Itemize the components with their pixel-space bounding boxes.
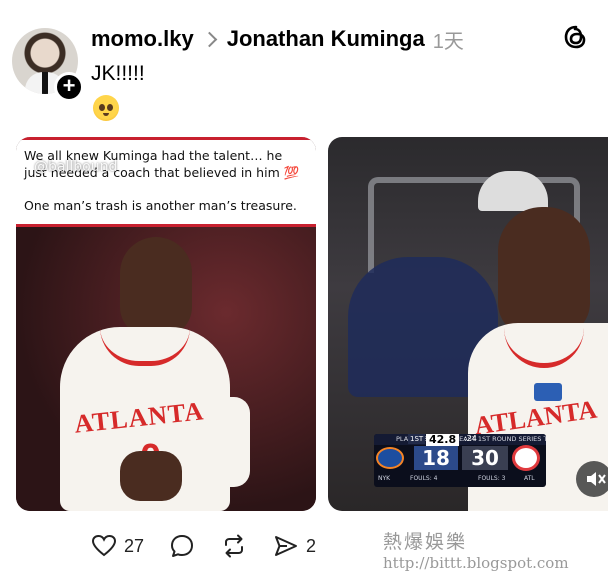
follow-plus-button[interactable]: +: [54, 72, 84, 102]
chevron-right-icon: [201, 31, 217, 47]
scoreboard: PLAYOFFS Google | EAST 1ST ROUND SERIES …: [374, 434, 546, 487]
site-url-watermark: http://bittt.blogspot.com: [383, 554, 569, 572]
mute-icon: [587, 472, 606, 486]
threads-icon[interactable]: [563, 24, 589, 50]
player-hand: [120, 451, 182, 501]
comment-button[interactable]: [168, 532, 196, 560]
jersey-text: ATLANTA: [72, 396, 206, 439]
share-count: 2: [306, 535, 317, 556]
mute-button[interactable]: [576, 461, 608, 497]
media-card-image[interactable]: ATLANTA 0 We all knew Kuminga had the ta…: [16, 137, 316, 511]
atl-abbr: ATL: [524, 475, 535, 482]
atl-score: 30: [462, 446, 508, 470]
like-count: 27: [124, 535, 145, 556]
comment-icon: [171, 535, 194, 557]
watermark: @ballbound: [34, 159, 118, 175]
media-card-video[interactable]: ATLANTA PLAYOFFS Google | EAST 1ST ROUND…: [328, 137, 608, 511]
post-text: JK!!!!!: [91, 62, 145, 85]
jersey-collar: [100, 327, 190, 366]
username[interactable]: momo.lky: [91, 26, 194, 52]
hawks-logo-icon: [512, 445, 540, 471]
player-head: [120, 237, 192, 337]
heart-icon: [91, 534, 117, 557]
tweet-line-2: One man’s trash is another man’s treasur…: [24, 198, 297, 213]
action-bar: 27 2: [90, 531, 340, 561]
jersey-collar: [504, 323, 584, 368]
reply-to-name[interactable]: Jonathan Kuminga: [227, 26, 425, 52]
share-icon: [275, 536, 298, 556]
shot-clock: :24: [464, 434, 477, 443]
share-button[interactable]: 2: [272, 532, 316, 560]
nyk-score: 18: [414, 446, 458, 470]
like-button[interactable]: 27: [90, 532, 144, 560]
emoji-mouth: [103, 113, 109, 116]
pleading-face-emoji: [93, 95, 119, 121]
site-brand-watermark: 熱爆娛樂: [383, 531, 468, 553]
game-clock: 42.8: [426, 434, 460, 446]
jersey-sponsor-patch: [534, 383, 562, 401]
post-time: 1天: [432, 30, 464, 53]
emoji-eye-right: [107, 104, 113, 111]
plus-icon: +: [62, 73, 76, 98]
atl-fouls: FOULS: 3: [478, 475, 506, 482]
avatar-tie: [42, 72, 48, 94]
nyk-abbr: NYK: [378, 475, 391, 482]
emoji-eye-left: [99, 104, 105, 111]
knicks-logo-icon: [376, 447, 404, 469]
nyk-fouls: FOULS: 4: [410, 475, 438, 482]
scoreboard-header: PLAYOFFS Google | EAST 1ST ROUND SERIES …: [374, 434, 546, 445]
post-header: momo.lky Jonathan Kuminga 1天: [91, 24, 464, 54]
player-head: [498, 207, 590, 337]
period: 1ST: [408, 434, 426, 444]
repost-button[interactable]: [220, 532, 248, 560]
player-arm-sleeve: [206, 397, 250, 487]
repost-icon: [225, 534, 244, 558]
tweet-screenshot: We all knew Kuminga had the talent… he j…: [16, 137, 316, 227]
